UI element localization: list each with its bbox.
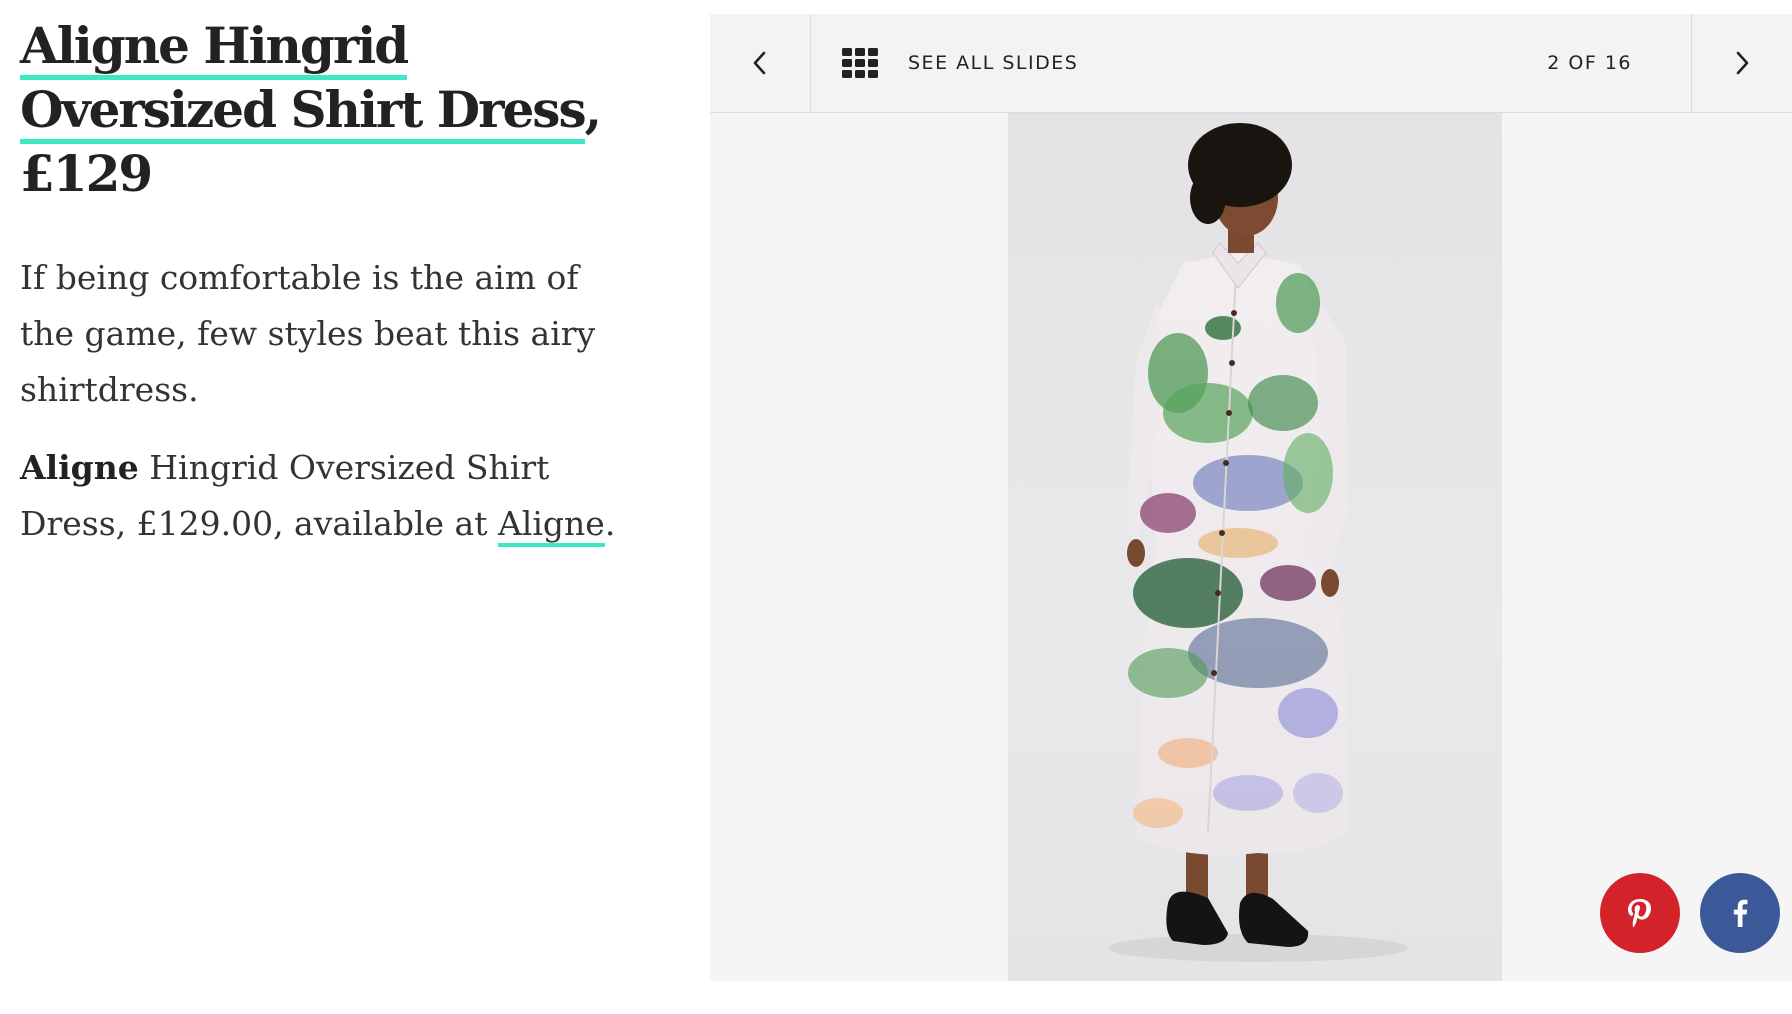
slide-counter: 2 OF 16 (1547, 52, 1632, 74)
slide-description: If being comfortable is the aim of the g… (20, 258, 596, 409)
see-all-slides-button[interactable]: SEE ALL SLIDES (842, 14, 1078, 112)
slide-product-image (1008, 113, 1502, 981)
pinterest-share-button[interactable] (1600, 873, 1680, 953)
chevron-right-icon (1736, 51, 1749, 75)
see-all-slides-label: SEE ALL SLIDES (908, 52, 1079, 74)
credit-end: . (604, 504, 616, 543)
headline-product-link[interactable]: Aligne Hingrid Oversized Shirt Dress (20, 16, 587, 144)
next-slide-button[interactable] (1691, 14, 1792, 112)
grid-icon (842, 48, 878, 78)
chevron-left-icon (753, 51, 766, 75)
slideshow: SEE ALL SLIDES 2 OF 16 (710, 14, 1792, 981)
slide-caption: Aligne Hingrid Oversized Shirt Dress, £1… (20, 14, 620, 552)
dress-model-illustration (1108, 123, 1408, 962)
pinterest-icon (1628, 899, 1651, 928)
retailer-link[interactable]: Aligne (497, 504, 605, 547)
facebook-share-button[interactable] (1700, 873, 1780, 953)
slideshow-nav-bar: SEE ALL SLIDES 2 OF 16 (710, 14, 1792, 113)
slide-headline: Aligne Hingrid Oversized Shirt Dress, £1… (20, 14, 620, 206)
credit-brand: Aligne (20, 448, 139, 487)
previous-slide-button[interactable] (710, 14, 811, 112)
product-credit: Aligne Hingrid Oversized Shirt Dress, £1… (20, 440, 620, 552)
facebook-icon (1733, 899, 1748, 927)
